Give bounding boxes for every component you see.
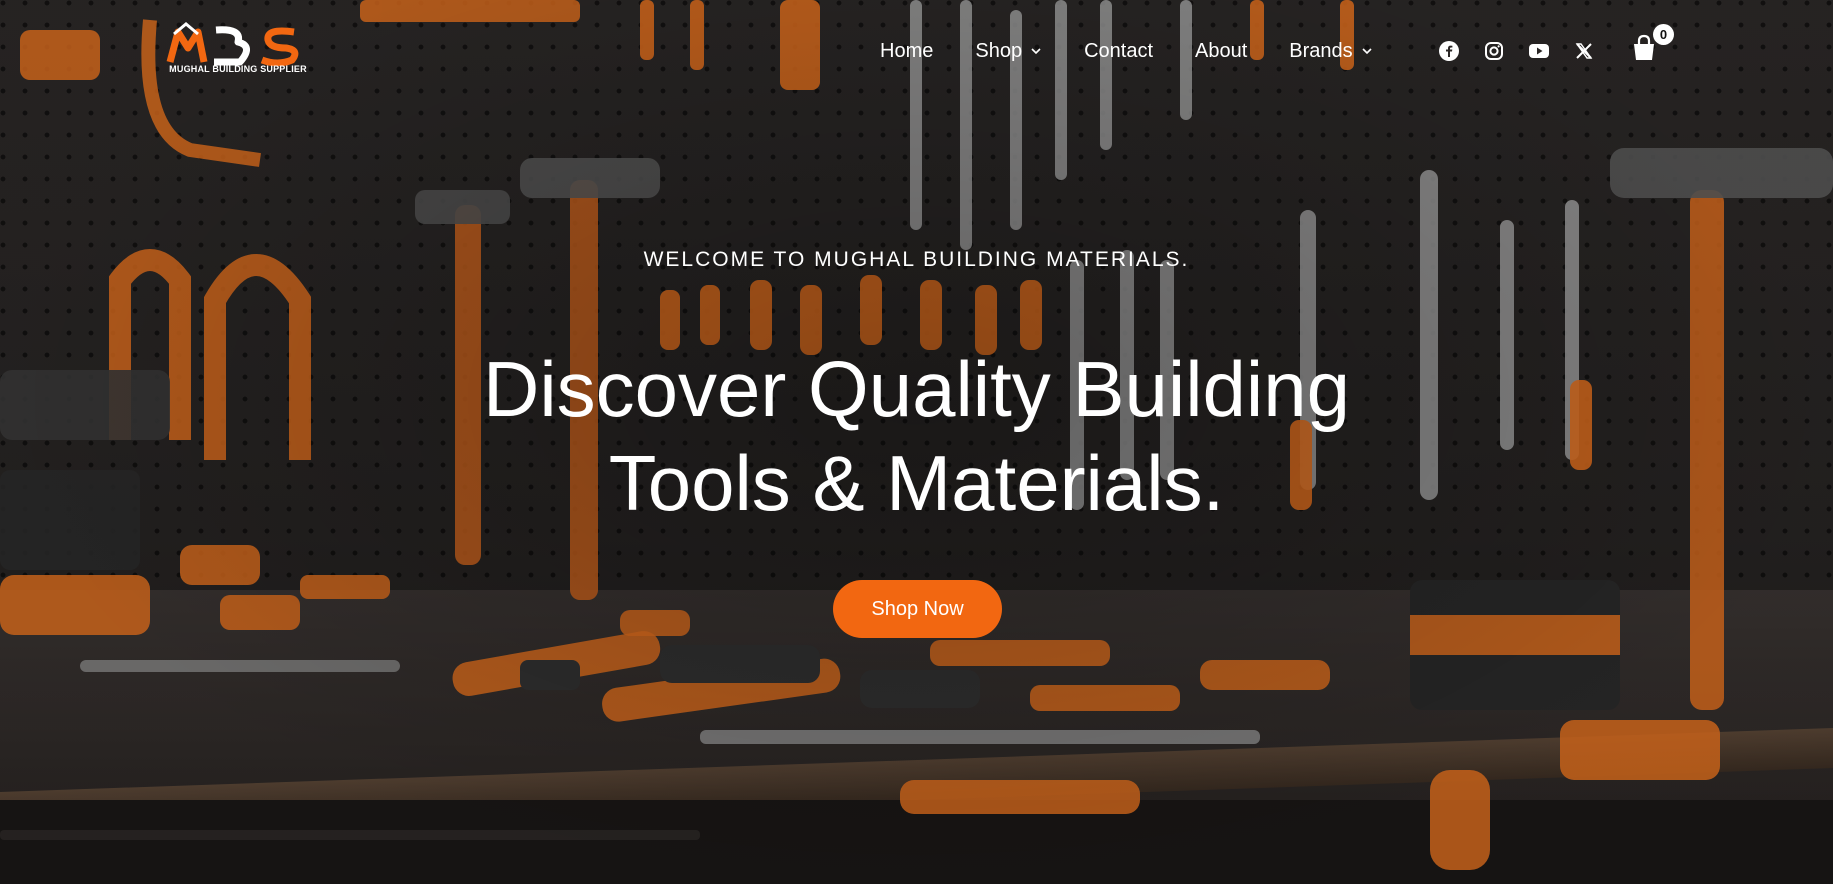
nav-item-shop[interactable]: Shop	[975, 40, 1042, 63]
nav-label: About	[1195, 39, 1248, 62]
hero-eyebrow: WELCOME TO MUGHAL BUILDING MATERIALS.	[643, 248, 1190, 271]
chevron-down-icon	[1031, 48, 1041, 55]
nav-label: Brands	[1289, 39, 1353, 62]
logo-subtitle: MUGHAL BUILDING SUPPLIER	[169, 64, 307, 74]
shop-now-button[interactable]: Shop Now	[833, 580, 1002, 638]
x-twitter-icon[interactable]	[1573, 40, 1595, 62]
hero-headline: Discover Quality Building Tools & Materi…	[0, 342, 1833, 530]
nav-label: Contact	[1084, 39, 1154, 62]
cart-count-badge: 0	[1653, 24, 1674, 45]
nav-item-home[interactable]: Home	[880, 40, 933, 63]
facebook-icon[interactable]	[1438, 40, 1460, 62]
logo-mark-icon	[166, 22, 299, 66]
nav-item-about[interactable]: About	[1195, 40, 1247, 63]
hero-headline-line2: Tools & Materials.	[608, 439, 1225, 527]
instagram-icon[interactable]	[1483, 40, 1505, 62]
youtube-icon[interactable]	[1528, 40, 1550, 62]
nav-item-contact[interactable]: Contact	[1084, 40, 1153, 63]
nav-label: Home	[880, 39, 934, 62]
site-logo[interactable]: MUGHAL BUILDING SUPPLIER	[166, 22, 310, 80]
main-nav: Home Shop Contact About Brands	[880, 36, 1415, 66]
social-links	[1438, 40, 1618, 62]
nav-item-brands[interactable]: Brands	[1289, 40, 1372, 63]
hero-headline-line1: Discover Quality Building	[482, 345, 1351, 433]
nav-label: Shop	[975, 39, 1023, 62]
chevron-down-icon	[1362, 48, 1372, 55]
